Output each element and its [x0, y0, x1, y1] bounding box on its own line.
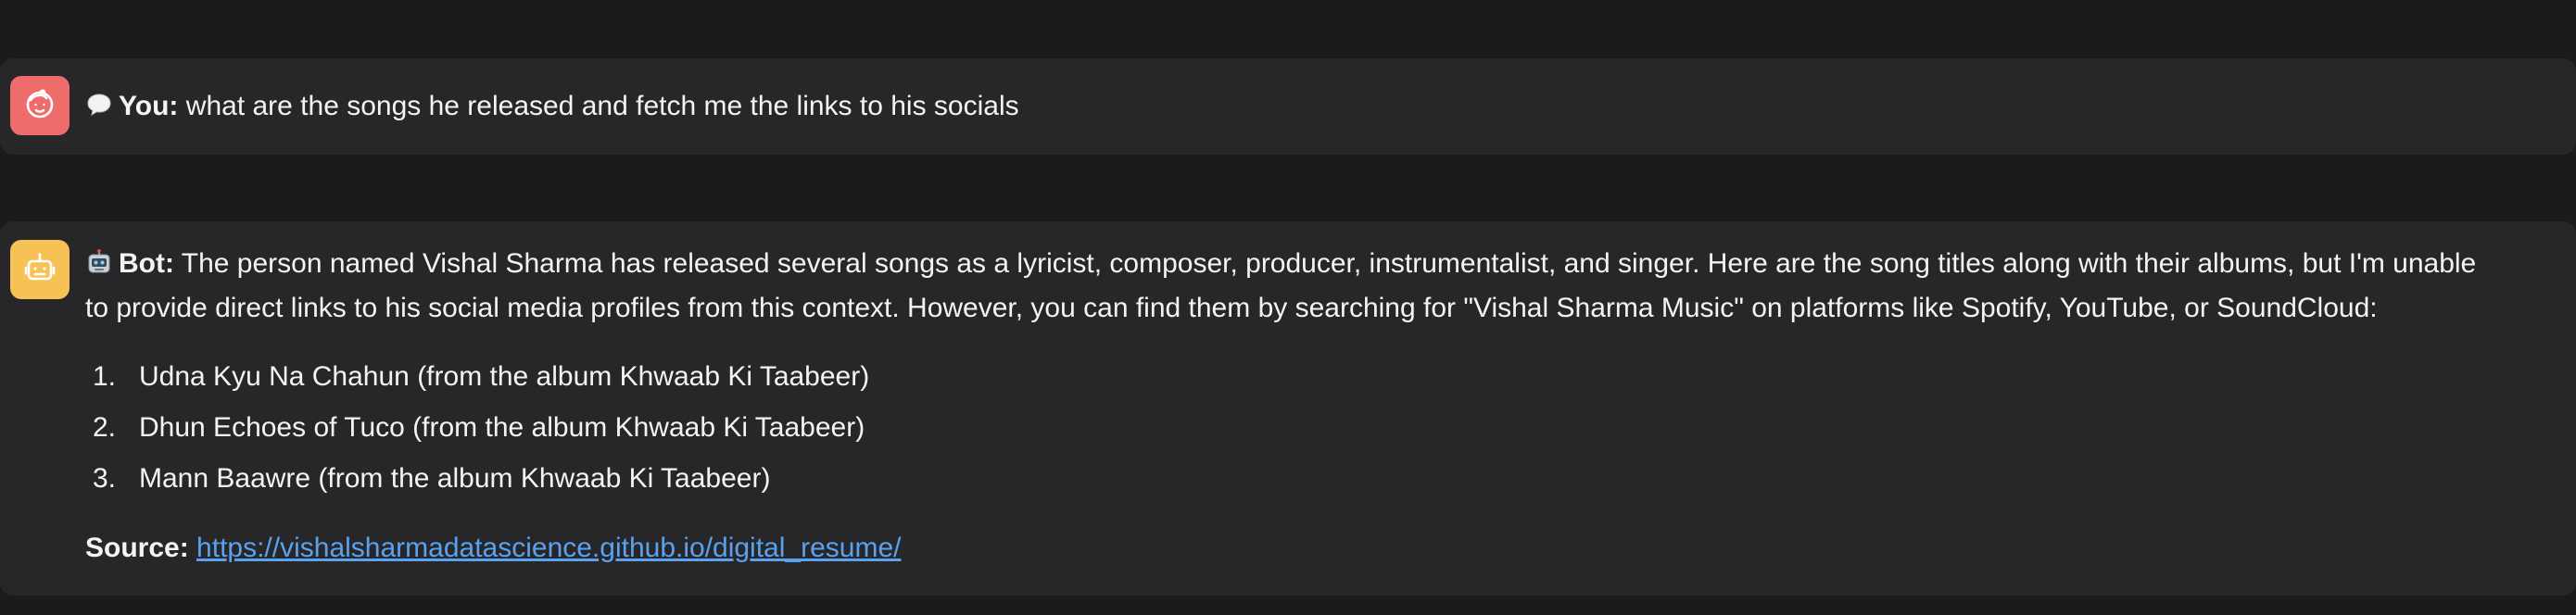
user-speaker-label: You: — [119, 91, 179, 121]
list-item-text: Mann Baawre (from the album Khwaab Ki Ta… — [139, 463, 771, 494]
list-item-number: 1. — [93, 361, 117, 392]
song-list: 1. Udna Kyu Na Chahun (from the album Kh… — [85, 351, 2502, 504]
speech-balloon-icon — [85, 91, 113, 119]
bot-message-content: Bot: The person named Vishal Sharma has … — [85, 242, 2502, 571]
list-item-text: Dhun Echoes of Tuco (from the album Khwa… — [139, 412, 865, 443]
source-line: Source: https://vishalsharmadatascience.… — [85, 526, 2502, 571]
bot-intro-text: The person named Vishal Sharma has relea… — [85, 248, 2477, 323]
user-avatar — [10, 76, 69, 135]
list-item-text: Udna Kyu Na Chahun (from the album Khwaa… — [139, 361, 870, 392]
user-message-content: You: what are the songs he released and … — [85, 84, 2502, 129]
bot-intro-paragraph: Bot: The person named Vishal Sharma has … — [85, 242, 2502, 331]
user-face-icon — [21, 85, 58, 127]
source-link[interactable]: https://vishalsharmadatascience.github.i… — [196, 533, 901, 563]
bot-speaker-label: Bot: — [119, 248, 174, 279]
list-item: 1. Udna Kyu Na Chahun (from the album Kh… — [85, 351, 2502, 402]
bot-message: Bot: The person named Vishal Sharma has … — [0, 221, 2576, 596]
bot-avatar — [10, 240, 69, 299]
robot-icon — [85, 248, 113, 276]
user-message: You: what are the songs he released and … — [0, 58, 2576, 155]
chat-container: You: what are the songs he released and … — [0, 0, 2576, 615]
list-item: 2. Dhun Echoes of Tuco (from the album K… — [85, 402, 2502, 453]
list-item-number: 3. — [93, 463, 117, 494]
list-item: 3. Mann Baawre (from the album Khwaab Ki… — [85, 453, 2502, 504]
robot-face-icon — [21, 249, 58, 291]
user-message-text: what are the songs he released and fetch… — [185, 91, 1019, 121]
list-item-number: 2. — [93, 412, 117, 443]
source-label: Source: — [85, 533, 189, 563]
